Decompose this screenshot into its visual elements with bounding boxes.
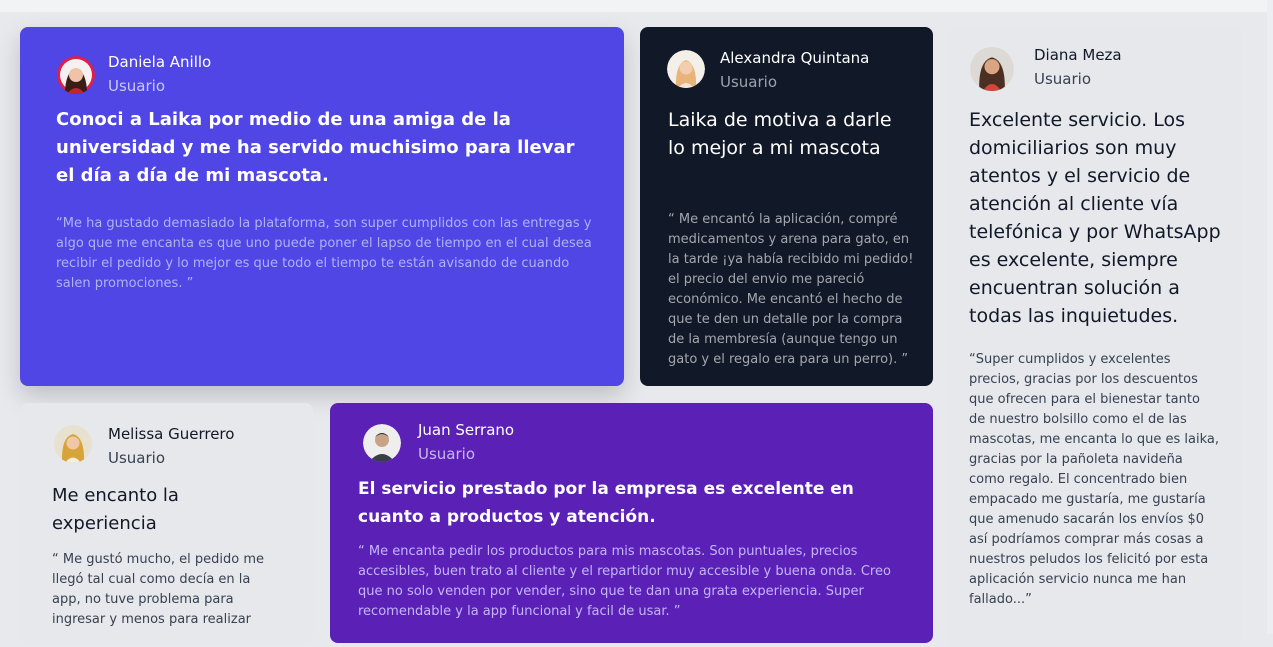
testimonial-quote: “ Me gustó mucho, el pedido me llegó tal… [52,552,265,627]
testimonial-quote: “ Me encantó la aplicación, compré medic… [668,212,914,367]
reviewer-role: Usuario [1034,70,1092,88]
testimonial-card-diana: Diana Meza Usuario Excelente servicio. L… [949,27,1242,647]
top-strip [0,0,1273,12]
testimonial-quote: “Super cumplidos y excelentes precios, g… [969,352,1219,607]
reviewer-name: Juan Serrano [418,421,515,439]
testimonial-card-daniela: Daniela Anillo Usuario Conoci a Laika po… [20,27,624,386]
avatar [970,47,1014,91]
testimonial-headline: Conoci a Laika por medio de una amiga de… [56,109,575,186]
testimonial-quote: “Me ha gustado demasiado la plataforma, … [56,216,592,291]
avatar [54,425,92,463]
testimonial-headline: El servicio prestado por la empresa es e… [358,479,854,527]
avatar [363,424,401,462]
reviewer-name: Daniela Anillo [108,53,212,71]
reviewer-name: Alexandra Quintana [720,49,870,67]
testimonial-headline: Me encanto la experiencia [52,485,179,534]
testimonial-headline: Laika de motiva a darle lo mejor a mi ma… [668,109,892,159]
testimonial-quote: “ Me encanta pedir los productos para mi… [358,544,891,619]
reviewer-name: Melissa Guerrero [108,425,235,443]
testimonial-card-juan: Juan Serrano Usuario El servicio prestad… [330,403,933,643]
avatar [57,56,95,94]
reviewer-role: Usuario [418,445,476,463]
testimonial-card-alexandra: Alexandra Quintana Usuario Laika de moti… [640,27,933,386]
testimonial-headline: Excelente servicio. Los domiciliarios so… [969,109,1221,327]
avatar [667,50,705,88]
reviewer-role: Usuario [108,77,166,95]
reviewer-role: Usuario [108,449,166,467]
reviewer-name: Diana Meza [1034,46,1122,64]
reviewer-role: Usuario [720,73,778,91]
scrollbar[interactable] [1267,0,1273,634]
testimonial-card-melissa: Melissa Guerrero Usuario Me encanto la e… [20,403,313,643]
